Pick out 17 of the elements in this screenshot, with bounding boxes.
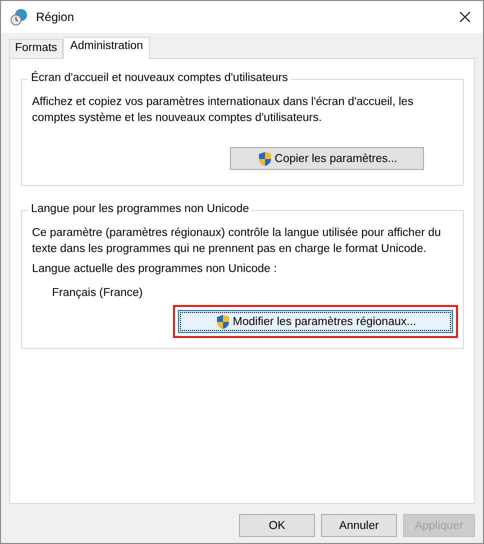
dialog-button[interactable]: OK [239,514,315,537]
globe-clock-icon [10,8,28,26]
current-language: Français (France) [52,287,144,299]
group-title: Langue pour les programmes non Unicode [28,203,252,215]
description-text: Langue actuelle des programmes non Unicode : [32,262,278,277]
shield-button[interactable]: Modifier les paramètres régionaux... [178,310,453,333]
description-text: Ce paramètre (paramètres régionaux) contrôle la langue utilisée pour afficher du texte dans les programmes qui ne prennent pas en charge le format Unicode. [32,226,442,257]
close-icon[interactable] [459,11,471,23]
dialog-button[interactable]: Annuler [321,514,397,537]
group-title: Écran d'accueil et nouveaux comptes d'utilisateurs [28,72,291,84]
shield-icon [214,314,231,330]
tab[interactable]: Administration [63,37,150,59]
description-text: Affichez et copiez vos paramètres internationaux dans l'écran d'accueil, les comptes système et les nouveaux comptes d'utilisateurs. [32,95,414,126]
shield-icon [256,150,273,166]
window-title: Région [36,10,76,24]
tab[interactable]: Formats [9,39,64,58]
shield-button[interactable]: Copier les paramètres... [230,147,424,170]
